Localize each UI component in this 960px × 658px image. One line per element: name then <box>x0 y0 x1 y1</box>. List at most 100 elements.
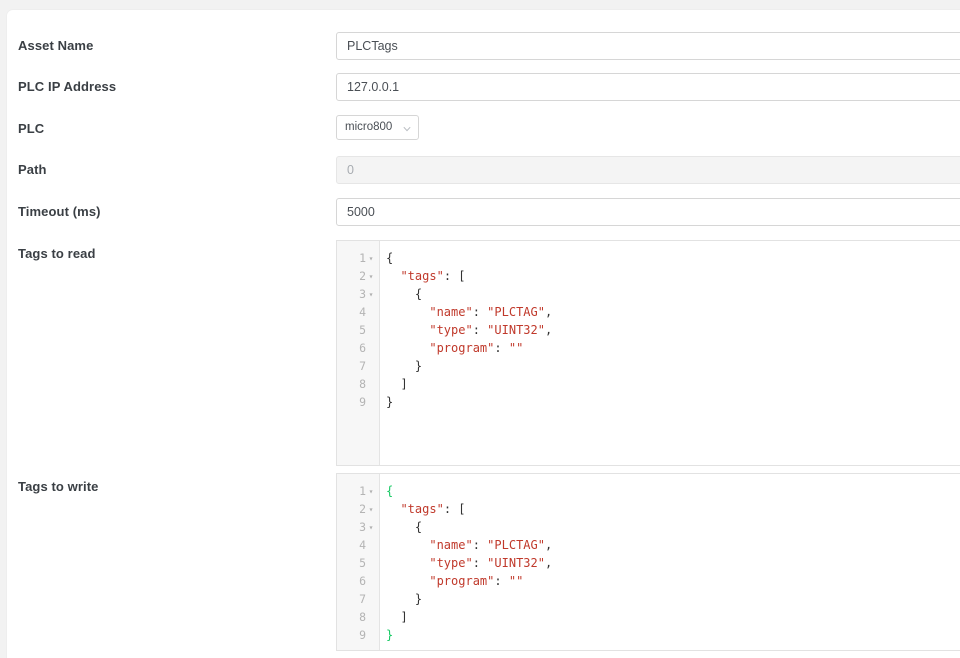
line-number: 3 <box>359 287 366 301</box>
form-row-asset-name: Asset Name <box>7 32 960 60</box>
line-number: 9 <box>359 395 366 409</box>
asset-configuration-form: Asset Name PLC IP Address PLCmicro800Path T… <box>7 10 960 651</box>
control-wrap-timeout-ms <box>336 198 960 226</box>
gutter-line: 7 <box>337 590 379 608</box>
code-token-string: "PLCTAG" <box>487 305 545 319</box>
control-wrap-tags-to-read: 1▾2▾3▾456789{ "tags": [ { "name": "PLCTA… <box>336 240 960 466</box>
line-number-gutter-tags-to-write: 1▾2▾3▾456789 <box>337 474 380 650</box>
line-number: 7 <box>359 592 366 606</box>
control-wrap-path <box>336 156 960 184</box>
gutter-line: 8 <box>337 608 379 626</box>
code-editor-tags-to-write[interactable]: 1▾2▾3▾456789{ "tags": [ { "name": "PLCTA… <box>336 473 960 651</box>
code-area-tags-to-write[interactable]: { "tags": [ { "name": "PLCTAG", "type": … <box>380 474 960 650</box>
code-token-punct <box>386 269 400 283</box>
label-asset-name: Asset Name <box>7 32 336 55</box>
code-line: { <box>386 482 960 500</box>
code-token-punct <box>386 502 400 516</box>
fold-arrow-icon[interactable]: ▾ <box>367 519 375 537</box>
page-top-gutter <box>0 0 960 10</box>
line-number: 5 <box>359 323 366 337</box>
code-token-punct <box>386 341 429 355</box>
label-plc: PLC <box>7 115 336 138</box>
input-timeout-ms[interactable] <box>336 198 960 226</box>
code-token-punct: : <box>494 574 508 588</box>
code-token-punct: , <box>545 323 552 337</box>
code-token-string: "UINT32" <box>487 323 545 337</box>
code-token-key: "program" <box>429 574 494 588</box>
page-left-gutter <box>0 0 7 628</box>
code-token-punct: , <box>545 556 552 570</box>
code-line: } <box>386 626 960 644</box>
form-row-tags-to-read: Tags to read1▾2▾3▾456789{ "tags": [ { "n… <box>7 240 960 466</box>
asset-configuration-card: Asset Name PLC IP Address PLCmicro800Path T… <box>7 10 960 658</box>
gutter-line: 2▾ <box>337 267 379 285</box>
code-token-key: "name" <box>429 538 472 552</box>
gutter-line: 9 <box>337 626 379 644</box>
input-asset-name[interactable] <box>336 32 960 60</box>
code-token-key: "type" <box>429 323 472 337</box>
line-number: 5 <box>359 556 366 570</box>
fold-arrow-icon[interactable]: ▾ <box>367 268 375 286</box>
label-path: Path <box>7 156 336 179</box>
code-token-punct: : [ <box>444 269 466 283</box>
code-token-punct: , <box>545 305 552 319</box>
code-line: "tags": [ <box>386 267 960 285</box>
code-line: { <box>386 249 960 267</box>
gutter-line: 1▾ <box>337 249 379 267</box>
gutter-line: 3▾ <box>337 518 379 536</box>
control-wrap-plc: micro800 <box>336 115 960 142</box>
code-line: "name": "PLCTAG", <box>386 536 960 554</box>
line-number: 4 <box>359 305 366 319</box>
code-token-punct: { <box>386 287 422 301</box>
code-line: "type": "UINT32", <box>386 554 960 572</box>
code-area-tags-to-read[interactable]: { "tags": [ { "name": "PLCTAG", "type" : … <box>380 241 960 465</box>
code-token-punct: { <box>386 251 393 265</box>
gutter-line: 6 <box>337 339 379 357</box>
label-tags-to-write: Tags to write <box>7 473 336 496</box>
fold-arrow-icon[interactable]: ▾ <box>367 501 375 519</box>
code-token-punct: } <box>386 592 422 606</box>
code-token-punct <box>386 323 429 337</box>
form-row-plc-ip-address: PLC IP Address <box>7 73 960 101</box>
fold-arrow-icon[interactable]: ▾ <box>367 250 375 268</box>
select-plc[interactable]: micro800 <box>336 115 419 140</box>
code-line: "name": "PLCTAG", <box>386 303 960 321</box>
code-token-string: "" <box>509 341 523 355</box>
code-token-punct: : <box>473 538 487 552</box>
gutter-line: 9 <box>337 393 379 411</box>
code-token-string: "UINT32" <box>487 556 545 570</box>
code-token-brace-hl: { <box>386 484 393 498</box>
input-path <box>336 156 960 184</box>
input-plc-ip-address[interactable] <box>336 73 960 101</box>
line-number-gutter-tags-to-read: 1▾2▾3▾456789 <box>337 241 380 465</box>
code-line: { <box>386 285 960 303</box>
code-token-brace-hl: } <box>386 628 393 642</box>
fold-arrow-icon[interactable]: ▾ <box>367 483 375 501</box>
code-token-string: "PLCTAG" <box>487 538 545 552</box>
gutter-line: 4 <box>337 536 379 554</box>
code-token-punct <box>386 574 429 588</box>
code-token-punct: ] <box>386 610 408 624</box>
gutter-line: 5 <box>337 321 379 339</box>
code-line: { <box>386 518 960 536</box>
gutter-line: 6 <box>337 572 379 590</box>
line-number: 9 <box>359 628 366 642</box>
code-token-key: "tags" <box>400 502 443 516</box>
control-wrap-plc-ip-address <box>336 73 960 101</box>
code-token-punct: } <box>386 359 422 373</box>
form-row-timeout-ms: Timeout (ms) <box>7 198 960 226</box>
select-value-plc: micro800 <box>337 116 418 139</box>
code-token-punct <box>386 556 429 570</box>
code-editor-tags-to-read[interactable]: 1▾2▾3▾456789{ "tags": [ { "name": "PLCTA… <box>336 240 960 466</box>
code-line: } <box>386 393 960 411</box>
label-timeout-ms: Timeout (ms) <box>7 198 336 221</box>
line-number: 1 <box>359 251 366 265</box>
code-token-string: "" <box>509 574 523 588</box>
code-token-punct: : <box>473 323 487 337</box>
code-token-punct <box>386 305 429 319</box>
fold-arrow-icon[interactable]: ▾ <box>367 286 375 304</box>
label-tags-to-read: Tags to read <box>7 240 336 263</box>
code-token-key: "tags" <box>400 269 443 283</box>
line-number: 6 <box>359 341 366 355</box>
code-token-key: "type" <box>429 556 472 570</box>
